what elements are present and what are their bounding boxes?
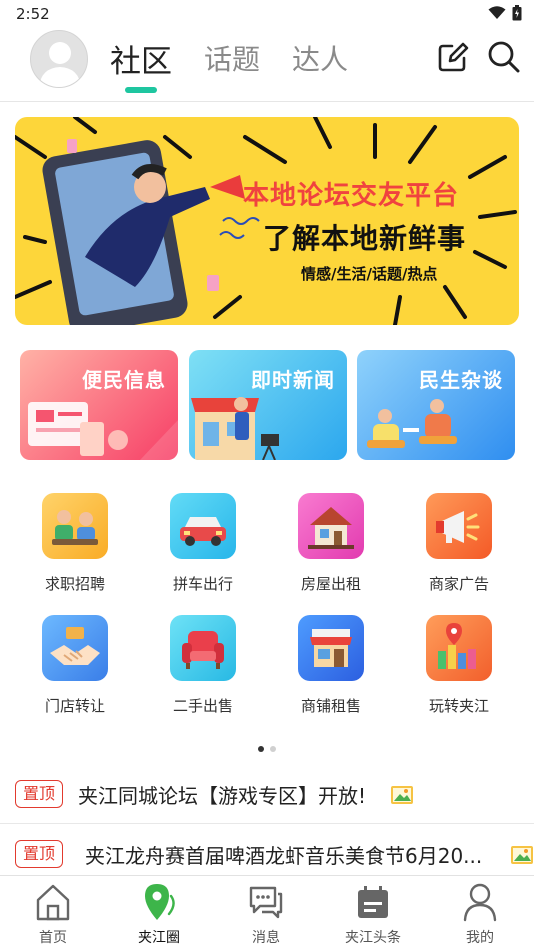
pinned-badge: 置顶 [15,840,63,868]
wifi-icon [488,6,506,19]
grid-label: 求职招聘 [44,575,105,593]
nav-label: 夹江头条 [345,930,401,946]
banner-subtitle: 了解本地新鲜事 [263,222,467,255]
avatar[interactable] [30,30,88,88]
status-bar: 2:52 [0,0,534,28]
page-dot [258,746,264,752]
status-icons [488,5,522,21]
grid-label: 商铺租售 [300,697,361,715]
default-avatar-icon [39,42,81,87]
grid-item-store-transfer[interactable]: 门店转让 [20,615,130,725]
promo-banner[interactable]: 本地论坛交友平台 了解本地新鲜事 情感/生活/话题/热点 [15,117,519,325]
battery-icon [512,5,522,21]
grid-label: 玩转夹江 [428,697,489,715]
grid-label: 门店转让 [44,697,105,715]
tab-experts[interactable]: 达人 [292,38,348,78]
location-icon [145,884,175,920]
grid-item-merchant-ads[interactable]: 商家广告 [404,493,514,603]
nav-home[interactable]: 首页 [0,876,106,950]
pinned-post[interactable]: 置顶 夹江同城论坛【游戏专区】开放! [0,770,534,820]
status-time: 2:52 [16,5,50,23]
nav-label: 我的 [466,930,494,946]
grid-item-shop-lease[interactable]: 商铺租售 [276,615,386,725]
card-convenience-info[interactable]: 便民信息 [20,350,178,460]
card-livelihood-chat[interactable]: 民生杂谈 [357,350,515,460]
grid-item-secondhand[interactable]: 二手出售 [148,615,258,725]
bottom-nav: 首页 夹江圈 消息 夹江头条 我的 [0,875,534,950]
nav-label: 夹江圈 [138,930,180,946]
nav-label: 首页 [39,930,67,946]
nav-headlines[interactable]: 夹江头条 [320,876,426,950]
tab-topics[interactable]: 话题 [204,38,260,78]
megaphone-icon [426,493,492,559]
grid-label: 拼车出行 [172,575,233,593]
banner-title: 本地论坛交友平台 [243,181,460,211]
nav-label: 消息 [252,930,280,946]
shop-icon [298,615,364,681]
image-icon [511,846,533,864]
grid-item-jobs[interactable]: 求职招聘 [20,493,130,603]
edit-icon[interactable] [436,40,470,74]
news-icon [358,886,388,918]
nav-profile[interactable]: 我的 [427,876,533,950]
search-icon[interactable] [487,40,521,74]
grid-item-explore-jiajiang[interactable]: 玩转夹江 [404,615,514,725]
card-label: 民生杂谈 [419,368,503,392]
pinned-badge: 置顶 [15,780,63,808]
page-dot [270,746,276,752]
card-label: 即时新闻 [251,368,335,392]
tab-community[interactable]: 社区 [110,36,172,81]
home-icon [36,884,70,921]
nav-jiajiang-circle[interactable]: 夹江圈 [106,876,212,950]
top-header: 社区 话题 达人 [0,28,534,102]
nav-messages[interactable]: 消息 [213,876,319,950]
car-icon [170,493,236,559]
grid-label: 商家广告 [428,575,489,593]
profile-icon [463,883,497,922]
grid-item-carpool[interactable]: 拼车出行 [148,493,258,603]
grid-label: 二手出售 [172,697,233,715]
grid-label: 房屋出租 [300,575,361,593]
active-tab-indicator [125,87,157,93]
job-icon [42,493,108,559]
card-instant-news[interactable]: 即时新闻 [189,350,347,460]
banner-tags: 情感/生活/话题/热点 [301,265,438,283]
house-icon [298,493,364,559]
pinned-post[interactable]: 置顶 夹江龙舟赛首届啤酒龙虾音乐美食节6月20... [0,830,534,880]
image-icon [391,786,413,804]
message-icon [249,886,283,919]
list-divider [0,823,534,824]
pinned-post-title: 夹江龙舟赛首届啤酒龙虾音乐美食节6月20... [85,844,483,868]
grid-item-house-rental[interactable]: 房屋出租 [276,493,386,603]
page-indicator [258,746,276,752]
handshake-icon [42,615,108,681]
sofa-icon [170,615,236,681]
card-label: 便民信息 [82,368,166,392]
pinned-post-title: 夹江同城论坛【游戏专区】开放! [78,784,367,808]
city-pin-icon [426,615,492,681]
